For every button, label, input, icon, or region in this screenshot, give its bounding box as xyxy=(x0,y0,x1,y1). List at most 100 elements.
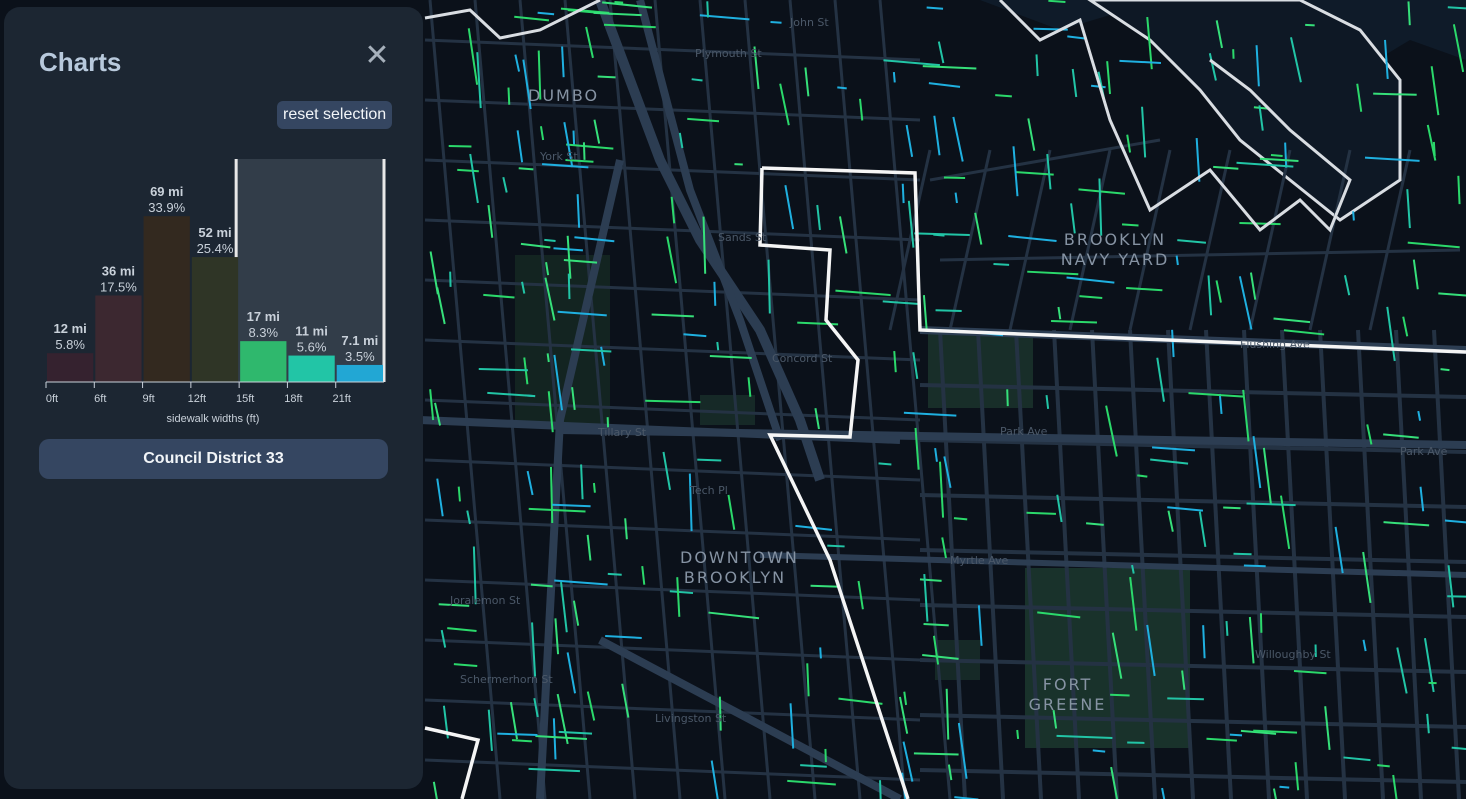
bar-miles-label: 69 mi xyxy=(150,184,183,199)
bar-miles-label: 17 mi xyxy=(247,309,280,324)
x-axis-label: sidewalk widths (ft) xyxy=(167,413,260,425)
sidewalk-segment xyxy=(995,94,1012,98)
sidewalk-segment xyxy=(1279,785,1290,789)
sidewalk-segment xyxy=(1137,474,1148,478)
bar-miles-label: 11 mi xyxy=(295,324,328,339)
sidewalk-segment xyxy=(518,167,534,171)
sidewalk-segment xyxy=(1352,211,1355,221)
sidewalk-segment xyxy=(457,486,461,502)
sidewalk-segment xyxy=(546,353,550,363)
bar-percent-label: 17.5% xyxy=(100,280,137,295)
street-label: Park Ave xyxy=(1000,425,1048,438)
sidewalk-segment xyxy=(926,6,944,10)
sidewalk-segment xyxy=(933,233,945,237)
sidewalk-segment xyxy=(582,142,586,160)
sidewalk-segment xyxy=(691,78,703,82)
sidewalk-segment xyxy=(478,368,528,372)
bar-miles-label: 52 mi xyxy=(198,225,231,240)
street-label: Flushing Ave xyxy=(1240,338,1310,351)
neighborhood-label-fort-greene: FORT GREENE xyxy=(1028,675,1107,714)
sidewalk-segment xyxy=(697,458,722,462)
sidewalk-segment xyxy=(511,739,532,743)
sidewalk-segment xyxy=(1048,0,1066,4)
histogram-bar[interactable] xyxy=(240,341,287,382)
sidewalk-segment xyxy=(1233,552,1252,556)
sidewalk-segment xyxy=(819,647,822,659)
sidewalk-segment xyxy=(1377,764,1390,768)
bar-percent-label: 33.9% xyxy=(148,200,185,215)
sidewalk-segment xyxy=(1447,6,1466,10)
sidewalk-segment xyxy=(1239,221,1281,226)
histogram-bar[interactable] xyxy=(143,216,190,382)
sidewalk-segment xyxy=(767,259,771,314)
bar-percent-label: 25.4% xyxy=(197,241,234,256)
sidewalk-segment xyxy=(943,176,966,180)
sidewalk-segment xyxy=(913,752,959,756)
close-icon[interactable]: ✕ xyxy=(362,41,392,71)
street-label: Tech Pl xyxy=(690,484,728,497)
street-label: Schermerhorn St xyxy=(460,673,553,686)
council-district-button[interactable]: Council District 33 xyxy=(39,439,388,479)
sidewalk-segment xyxy=(457,168,479,173)
bar-miles-label: 12 mi xyxy=(54,321,87,336)
panel-title: Charts xyxy=(39,47,122,77)
sidewalk-segment xyxy=(706,1,710,18)
sidewalk-segment xyxy=(592,482,596,493)
sidewalk-segment xyxy=(1373,92,1417,96)
sidewalk-segment xyxy=(1121,223,1139,227)
street-label: Tillary St xyxy=(598,426,647,439)
sidewalk-segment xyxy=(993,262,1010,266)
x-tick-label: 0ft xyxy=(46,393,58,405)
street-label: York St xyxy=(540,150,578,163)
bar-percent-label: 5.8% xyxy=(55,337,85,352)
histogram-bar[interactable] xyxy=(288,355,335,382)
sidewalk-segment xyxy=(935,309,962,313)
street-label: Park Ave xyxy=(1400,445,1448,458)
sidewalk-segment xyxy=(1016,729,1020,740)
sidewalk-segment xyxy=(497,732,538,736)
sidewalk-segment xyxy=(607,572,622,576)
sidewalk-segment xyxy=(1447,595,1466,598)
histogram-bar[interactable] xyxy=(95,295,142,383)
sidewalk-segment xyxy=(1440,368,1450,372)
sidewalk-segment xyxy=(614,1,624,4)
street-label: Livingston St xyxy=(655,712,727,725)
sidewalk-segment xyxy=(549,466,554,524)
neighborhood-label-dumbo: DUMBO xyxy=(528,86,600,105)
sidewalk-segment xyxy=(1407,1,1411,26)
street-label: Myrtle Ave xyxy=(950,554,1009,567)
sidewalk-segment xyxy=(1026,511,1056,515)
charts-panel: Charts ✕ reset selection 12 mi 5.8% 36 mi 1… xyxy=(4,7,423,789)
neighborhood-label-downtown-brooklyn: DOWNTOWN BROOKLYN xyxy=(680,548,799,587)
x-tick-label: 18ft xyxy=(284,393,302,405)
reset-selection-button[interactable]: reset selection xyxy=(277,101,393,129)
sidewalk-segment xyxy=(837,86,847,90)
x-tick-label: 9ft xyxy=(142,393,154,405)
sidewalk-segment xyxy=(1284,142,1288,168)
histogram-bar[interactable] xyxy=(191,257,239,382)
histogram-bar[interactable] xyxy=(336,364,383,382)
sidewalk-segment xyxy=(597,75,616,79)
sidewalk-segment xyxy=(827,544,845,548)
sidewalk-segment xyxy=(1243,564,1266,568)
street-label: Concord St xyxy=(772,352,833,365)
bar-percent-label: 8.3% xyxy=(248,325,278,340)
sidewalk-segment xyxy=(954,192,958,204)
bar-percent-label: 3.5% xyxy=(345,349,375,364)
sidewalk-segment xyxy=(507,87,511,105)
street-label: John St xyxy=(790,16,829,29)
street-label: Joralemon St xyxy=(450,594,521,607)
neighborhood-label-navy-yard: BROOKLYN NAVY YARD xyxy=(1060,230,1170,269)
sidewalk-segment xyxy=(1229,733,1243,737)
sidewalk-segment xyxy=(1006,389,1009,407)
x-tick-label: 21ft xyxy=(333,393,351,405)
sidewalk-width-histogram[interactable]: 12 mi5.8% 36 mi17.5% 69 mi33.9% 52 mi25.4% 1… xyxy=(4,147,423,432)
x-tick-label: 6ft xyxy=(94,393,106,405)
sidewalk-segment xyxy=(806,663,810,697)
x-tick-label: 12ft xyxy=(188,393,206,405)
histogram-bar[interactable] xyxy=(47,353,94,382)
sidewalk-segment xyxy=(923,623,949,627)
sidewalk-segment xyxy=(572,130,576,145)
sidewalk-segment xyxy=(645,399,701,404)
sidewalk-segment xyxy=(1457,175,1461,205)
